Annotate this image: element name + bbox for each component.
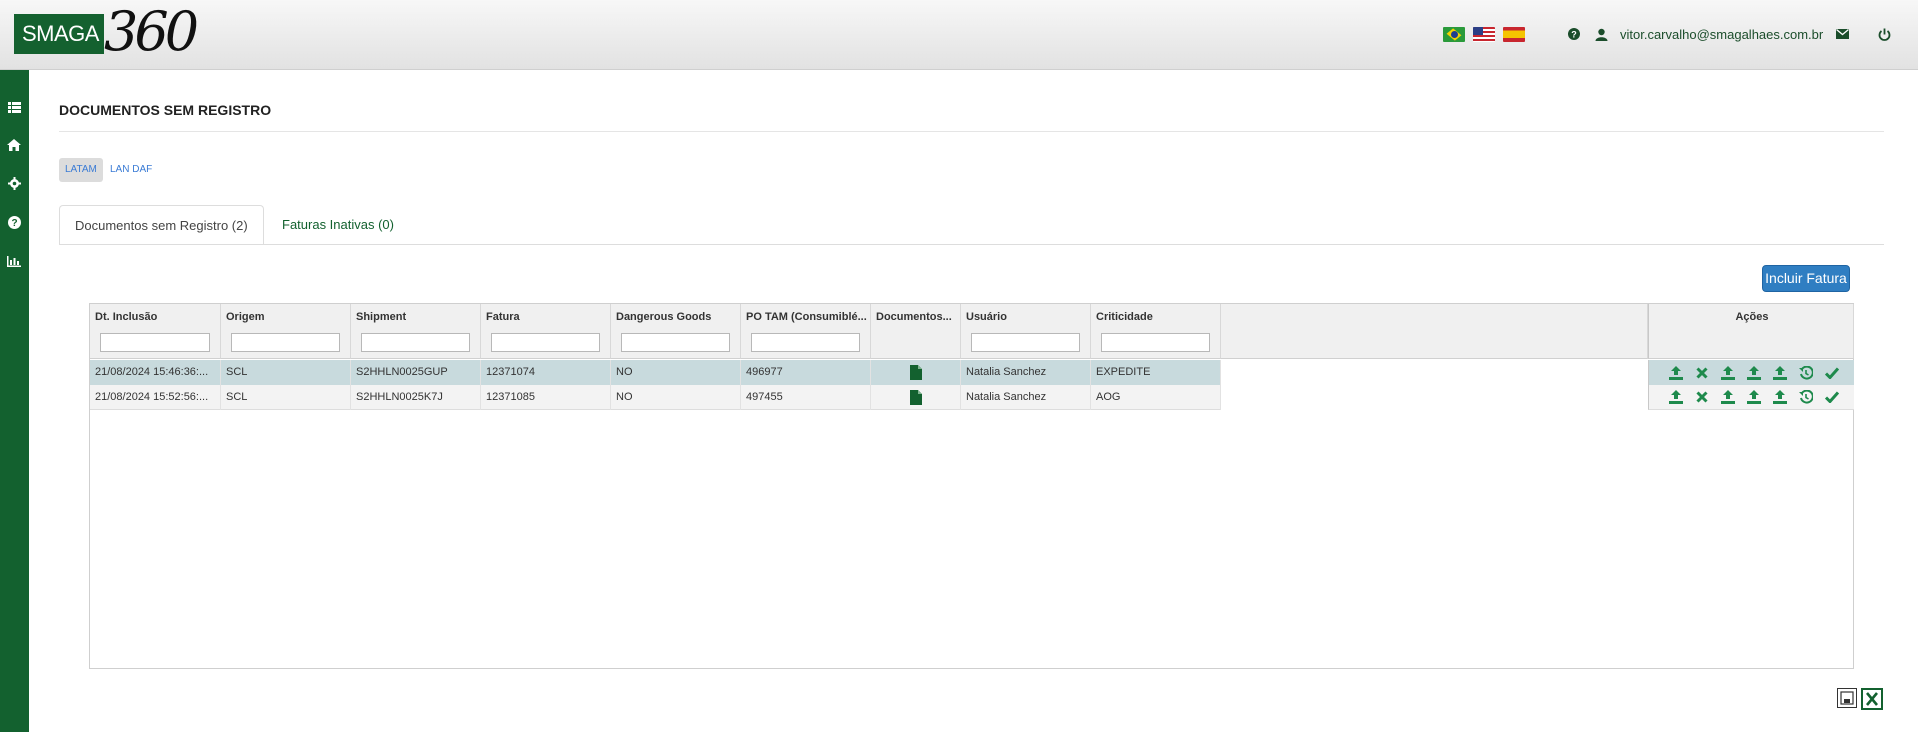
tab-documentos-sem-registro[interactable]: Documentos sem Registro (2) (59, 205, 264, 245)
svg-text:?: ? (11, 218, 17, 229)
sidebar: ? (0, 70, 29, 732)
incluir-fatura-button[interactable]: Incluir Fatura (1762, 265, 1850, 292)
power-icon[interactable] (1878, 24, 1891, 44)
column-header-criticidade[interactable]: Criticidade (1091, 304, 1221, 359)
cell-usuario: Natalia Sanchez (961, 360, 1091, 385)
user-icon (1595, 24, 1608, 44)
column-label: Dt. Inclusão (95, 311, 158, 323)
column-label: Ações (1735, 311, 1769, 323)
divider (59, 131, 1884, 132)
logo: SMAGA (14, 14, 104, 54)
cell-shipment: S2HHLN0025GUP (351, 360, 481, 385)
top-bar: SMAGA 360 ? vitor.carvalho@smagalhaes.co… (0, 0, 1918, 70)
history-icon[interactable] (1797, 364, 1815, 382)
excel-export-icon[interactable] (1861, 688, 1883, 710)
column-header-origem[interactable]: Origem (221, 304, 351, 359)
column-label: Usuário (966, 311, 1007, 323)
chart-icon[interactable] (6, 253, 22, 269)
column-label: PO TAM (Consumiblé... (746, 311, 867, 323)
cell-criticidade: EXPEDITE (1091, 360, 1221, 385)
cell-fatura: 12371074 (481, 360, 611, 385)
upload-icon[interactable] (1719, 388, 1737, 406)
flag-usa-icon[interactable] (1473, 27, 1495, 42)
cell-origem: SCL (221, 385, 351, 410)
tab-faturas-inativas[interactable]: Faturas Inativas (0) (267, 205, 409, 245)
column-header-spacer (1221, 304, 1648, 359)
language-switcher (1443, 27, 1525, 42)
tabs-divider (59, 244, 1884, 245)
page-title: DOCUMENTOS SEM REGISTRO (59, 102, 272, 118)
upload-icon[interactable] (1771, 364, 1789, 382)
cell-origem: SCL (221, 360, 351, 385)
column-header-acoes: Ações (1648, 304, 1854, 359)
check-icon[interactable] (1823, 364, 1841, 382)
mail-icon[interactable] (1836, 24, 1849, 44)
upload-icon[interactable] (1719, 364, 1737, 382)
table-row[interactable]: 21/08/2024 15:46:36:... SCL S2HHLN0025GU… (90, 360, 1221, 385)
upload-icon[interactable] (1771, 388, 1789, 406)
logo-suffix: 360 (104, 0, 199, 63)
help-icon[interactable]: ? (6, 214, 22, 230)
cell-fatura: 12371085 (481, 385, 611, 410)
list-icon[interactable] (6, 99, 22, 115)
column-label: Fatura (486, 311, 520, 323)
filter-input-po-tam[interactable] (751, 333, 860, 352)
cell-po-tam: 497455 (741, 385, 871, 410)
filter-input-dt-inclusao[interactable] (100, 333, 210, 352)
cell-dt-inclusao: 21/08/2024 15:52:56:... (90, 385, 221, 410)
column-header-shipment[interactable]: Shipment (351, 304, 481, 359)
column-label: Documentos... (876, 311, 952, 323)
column-header-dangerous-goods[interactable]: Dangerous Goods (611, 304, 741, 359)
column-header-fatura[interactable]: Fatura (481, 304, 611, 359)
filter-input-dangerous-goods[interactable] (621, 333, 730, 352)
upload-icon[interactable] (1667, 388, 1685, 406)
column-label: Dangerous Goods (616, 311, 712, 323)
column-header-documentos[interactable]: Documentos... (871, 304, 961, 359)
upload-icon[interactable] (1745, 364, 1763, 382)
row-actions (1648, 360, 1854, 385)
filter-pill-lan-daf[interactable]: LAN DAF (104, 158, 158, 182)
row-actions (1648, 385, 1854, 410)
column-label: Shipment (356, 311, 407, 323)
column-label: Origem (226, 311, 265, 323)
filter-input-origem[interactable] (231, 333, 340, 352)
column-label: Criticidade (1096, 311, 1153, 323)
export-toolbar (1837, 688, 1883, 710)
data-grid: Dt. Inclusão Origem Shipment Fatura Dang… (89, 303, 1854, 669)
cell-criticidade: AOG (1091, 385, 1221, 410)
flag-spain-icon[interactable] (1503, 27, 1525, 42)
filter-input-shipment[interactable] (361, 333, 470, 352)
save-layout-icon[interactable] (1837, 688, 1857, 708)
table-row[interactable]: 21/08/2024 15:52:56:... SCL S2HHLN0025K7… (90, 385, 1221, 410)
filter-pill-latam[interactable]: LATAM (59, 158, 103, 182)
cell-dangerous-goods: NO (611, 360, 741, 385)
user-email[interactable]: vitor.carvalho@smagalhaes.com.br (1620, 24, 1823, 44)
svg-text:?: ? (1571, 30, 1577, 40)
column-header-usuario[interactable]: Usuário (961, 304, 1091, 359)
document-icon[interactable] (871, 385, 961, 410)
cell-shipment: S2HHLN0025K7J (351, 385, 481, 410)
cell-dt-inclusao: 21/08/2024 15:46:36:... (90, 360, 221, 385)
upload-icon[interactable] (1667, 364, 1685, 382)
column-header-dt-inclusao[interactable]: Dt. Inclusão (90, 304, 221, 359)
home-icon[interactable] (6, 137, 22, 153)
filter-input-criticidade[interactable] (1101, 333, 1210, 352)
delete-icon[interactable] (1693, 364, 1711, 382)
cell-usuario: Natalia Sanchez (961, 385, 1091, 410)
column-header-po-tam[interactable]: PO TAM (Consumiblé... (741, 304, 871, 359)
gear-icon[interactable] (6, 175, 22, 191)
cell-po-tam: 496977 (741, 360, 871, 385)
filter-input-usuario[interactable] (971, 333, 1080, 352)
document-icon[interactable] (871, 360, 961, 385)
flag-brazil-icon[interactable] (1443, 27, 1465, 42)
cell-dangerous-goods: NO (611, 385, 741, 410)
upload-icon[interactable] (1745, 388, 1763, 406)
check-icon[interactable] (1823, 388, 1841, 406)
filter-input-fatura[interactable] (491, 333, 600, 352)
delete-icon[interactable] (1693, 388, 1711, 406)
help-icon[interactable]: ? (1568, 24, 1580, 44)
history-icon[interactable] (1797, 388, 1815, 406)
